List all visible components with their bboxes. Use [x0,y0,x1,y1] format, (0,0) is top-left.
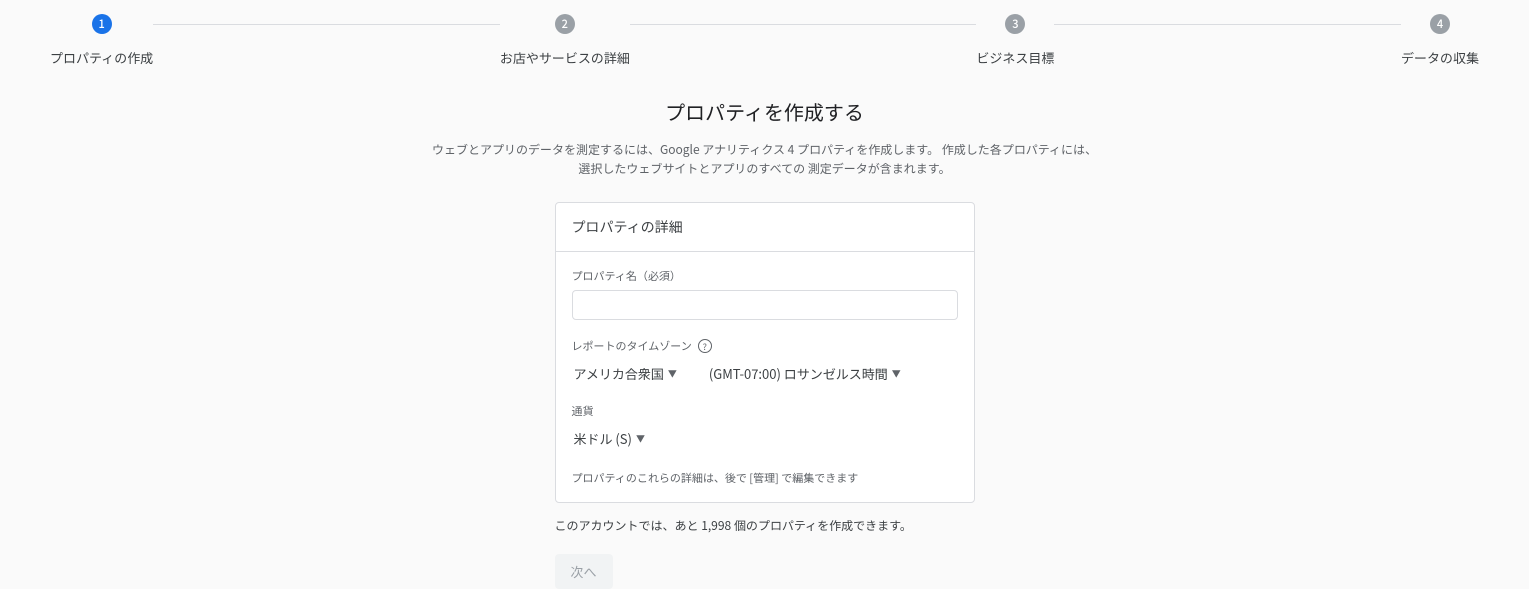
stepper: 1 プロパティの作成 2 お店やサービスの詳細 3 ビジネス目標 4 データの収… [0,0,1529,67]
timezone-label: レポートのタイムゾーン ? [572,338,958,354]
step-business-goals: 3 ビジネス目標 [976,14,1054,67]
property-details-card: プロパティの詳細 プロパティ名（必須） レポートのタイムゾーン ? アメリカ合衆… [555,202,975,503]
timezone-row: アメリカ合衆国 ▼ (GMT-07:00) ロサンゼルス時間 ▼ [572,360,958,387]
step-number: 2 [555,14,575,34]
below-card: このアカウントでは、あと 1,998 個のプロパティを作成できます。 次へ [555,517,975,589]
step-label: ビジネス目標 [976,48,1054,67]
page-title: プロパティを作成する [405,97,1125,126]
main-content: プロパティを作成する ウェブとアプリのデータを測定するには、Google アナリ… [405,97,1125,589]
country-value: アメリカ合衆国 [574,364,664,383]
step-number: 1 [92,14,112,34]
currency-row: 米ドル (S) ▼ [572,425,958,452]
step-label: お店やサービスの詳細 [500,48,630,67]
caret-down-icon: ▼ [668,367,677,380]
page-description: ウェブとアプリのデータを測定するには、Google アナリティクス 4 プロパテ… [405,140,1125,178]
property-name-input[interactable] [572,290,958,320]
currency-label: 通貨 [572,403,958,419]
step-label: プロパティの作成 [50,48,153,67]
currency-dropdown[interactable]: 米ドル (S) ▼ [572,425,647,452]
timezone-dropdown[interactable]: (GMT-07:00) ロサンゼルス時間 ▼ [707,360,903,387]
desc-line: 選択したウェブサイトとアプリのすべての 測定データが含まれます。 [578,160,950,177]
country-dropdown[interactable]: アメリカ合衆国 ▼ [572,360,679,387]
step-connector [630,24,977,25]
caret-down-icon: ▼ [636,432,645,445]
next-button[interactable]: 次へ [555,554,613,589]
step-label: データの収集 [1401,48,1479,67]
step-connector [1054,24,1401,25]
step-number: 3 [1005,14,1025,34]
card-body: プロパティ名（必須） レポートのタイムゾーン ? アメリカ合衆国 ▼ (GMT-… [556,252,974,502]
currency-value: 米ドル (S) [574,429,632,448]
step-connector [153,24,500,25]
step-data-collection: 4 データの収集 [1401,14,1479,67]
step-property-create[interactable]: 1 プロパティの作成 [50,14,153,67]
help-icon[interactable]: ? [698,339,712,353]
caret-down-icon: ▼ [892,367,901,380]
desc-line: ウェブとアプリのデータを測定するには、Google アナリティクス 4 プロパテ… [432,141,1097,158]
card-header: プロパティの詳細 [556,203,974,252]
timezone-label-text: レポートのタイムゾーン [572,338,692,354]
property-name-label: プロパティ名（必須） [572,268,958,284]
timezone-value: (GMT-07:00) ロサンゼルス時間 [709,364,888,383]
edit-later-note: プロパティのこれらの詳細は、後で [管理] で編集できます [572,470,958,486]
step-business-details: 2 お店やサービスの詳細 [500,14,630,67]
step-number: 4 [1430,14,1450,34]
